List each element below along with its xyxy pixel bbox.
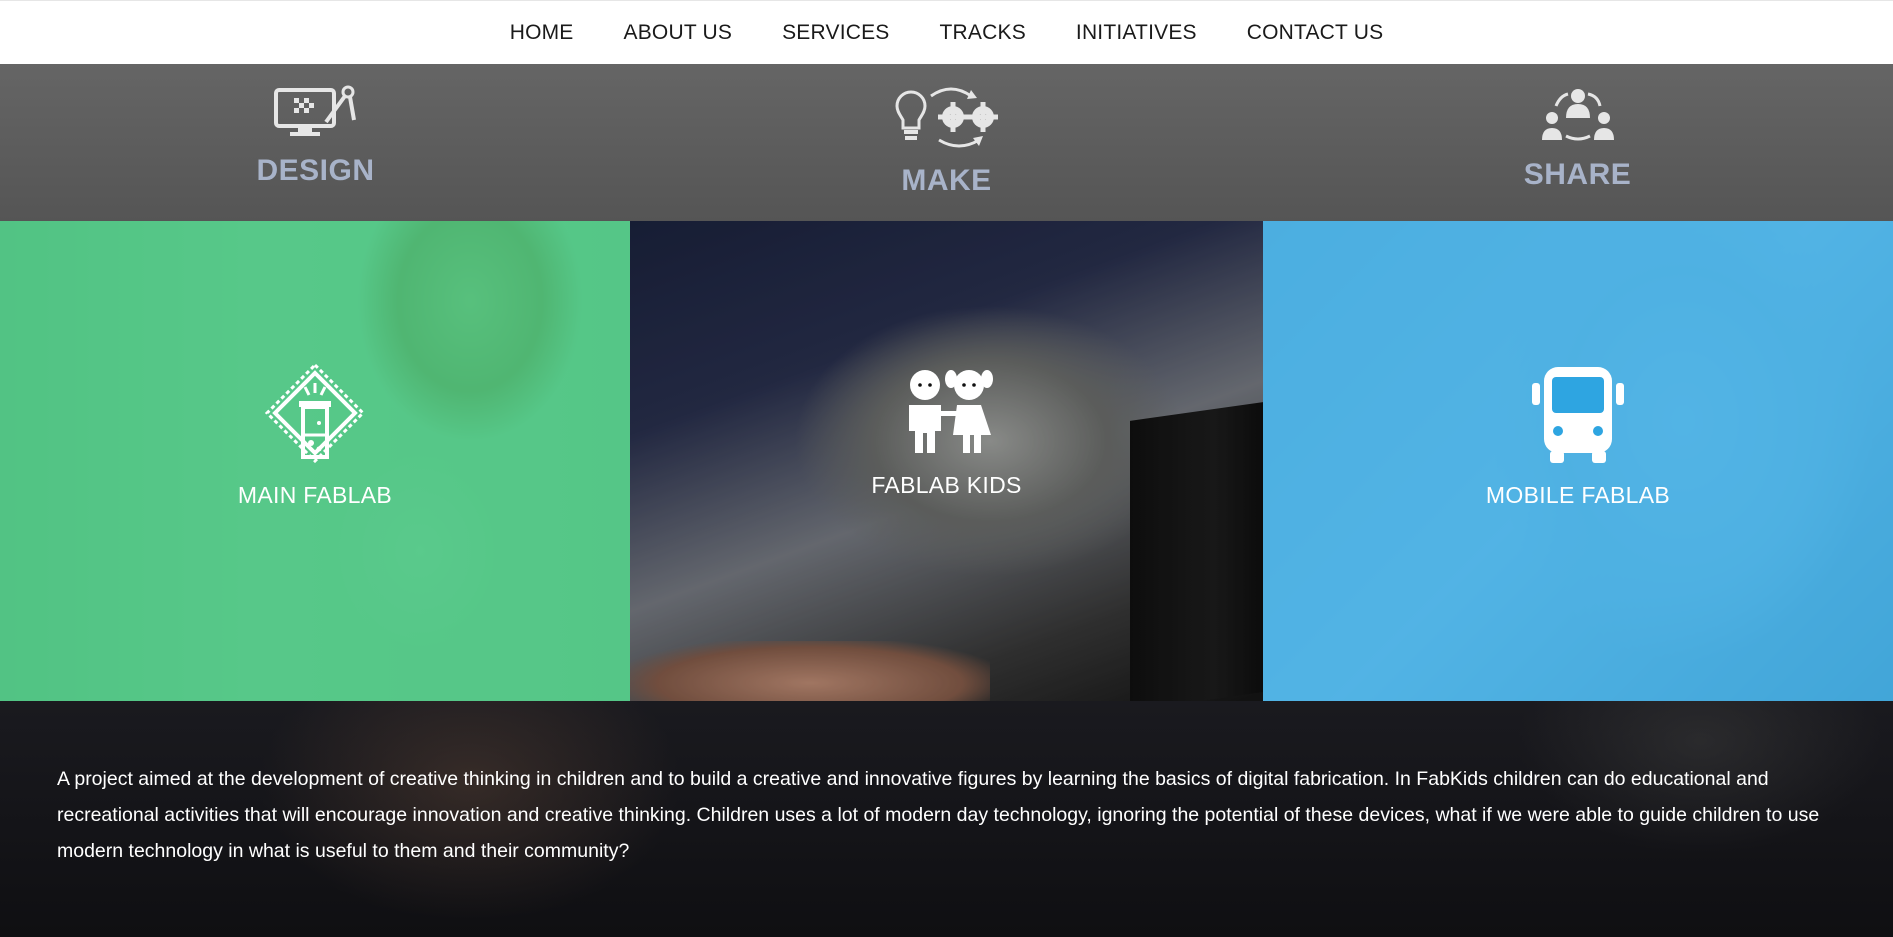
people-share-icon (1540, 84, 1616, 144)
pillar-share: SHARE (1262, 64, 1893, 221)
nav-item-tracks[interactable]: TRACKS (940, 21, 1026, 45)
nav-item-services[interactable]: SERVICES (782, 21, 889, 45)
tile-fablab-kids[interactable]: FABLAB KIDS (630, 221, 1263, 701)
program-tiles: MAIN FABLAB FABLAB KIDS MOBILE FABLAB (0, 221, 1893, 701)
nav-item-initiatives[interactable]: INITIATIVES (1076, 21, 1197, 45)
design-monitor-compass-icon (273, 84, 358, 140)
lab-beaker-icon (263, 361, 367, 470)
tile-label-main-fablab: MAIN FABLAB (237, 482, 393, 508)
nav-item-home[interactable]: HOME (510, 21, 574, 45)
lightbulb-gears-icon (894, 84, 999, 150)
nav-menu: HOME ABOUT US SERVICES TRACKS INITIATIVE… (510, 21, 1384, 45)
pillar-label-design: DESIGN (256, 154, 375, 187)
description-paragraph: A project aimed at the development of cr… (57, 768, 1820, 862)
description-section: A project aimed at the development of cr… (0, 701, 1893, 937)
pillar-label-share: SHARE (1523, 158, 1632, 191)
pillar-design: DESIGN (0, 64, 631, 221)
tile-content: FABLAB KIDS (630, 361, 1263, 499)
tile-mobile-fablab[interactable]: MOBILE FABLAB (1263, 221, 1893, 701)
tile-content: MOBILE FABLAB (1263, 361, 1893, 509)
tile-content: MAIN FABLAB (0, 361, 630, 509)
nav-item-contact-us[interactable]: CONTACT US (1247, 21, 1384, 45)
pillar-label-make: MAKE (901, 164, 992, 197)
tile-label-fablab-kids: FABLAB KIDS (871, 472, 1022, 498)
pillar-make: MAKE (631, 64, 1262, 221)
tile-label-mobile-fablab: MOBILE FABLAB (1485, 482, 1671, 508)
pillars-bar: DESIGN MAKE SHARE (0, 64, 1893, 221)
kids-icon (895, 361, 999, 460)
bus-icon (1526, 361, 1630, 470)
top-navbar: HOME ABOUT US SERVICES TRACKS INITIATIVE… (0, 0, 1893, 64)
nav-item-about-us[interactable]: ABOUT US (624, 21, 733, 45)
tile-main-fablab[interactable]: MAIN FABLAB (0, 221, 630, 701)
